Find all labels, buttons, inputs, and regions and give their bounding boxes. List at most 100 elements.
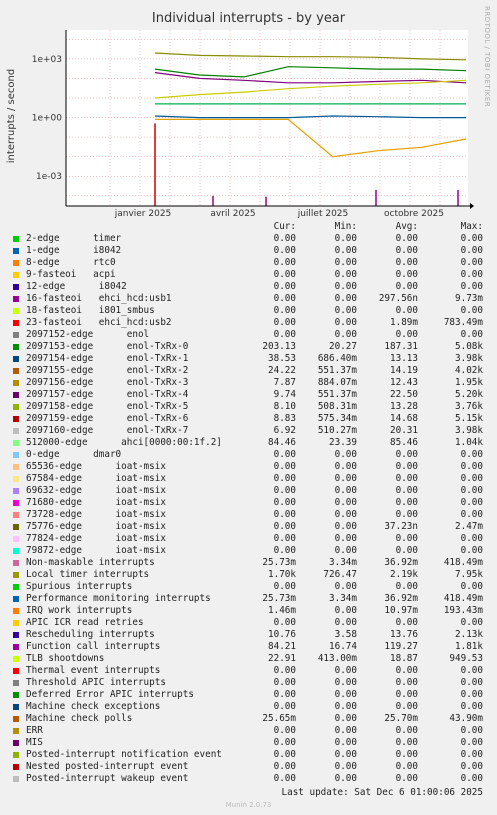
legend-min: 0.00 [334,317,357,328]
legend-row: 2097160-edge enol-TxRx-7 6.92 510.27m 20.31… [0,425,497,437]
y-tick-labels: 1e+03 1e+00 1e-03 [32,55,63,182]
legend-min: 726.47 [323,569,357,580]
legend-cur: 0.00 [273,533,296,544]
legend-min: 0.00 [334,257,357,268]
x-tick-label: janvier 2025 [114,209,172,219]
legend-label: Threshold APIC interrupts [26,677,166,688]
legend-label: 2097152-edge enol [26,329,150,340]
legend-row: Deferred Error APIC interrupts 0.00 0.00 0.… [0,689,497,701]
legend-avg: 13.13 [390,353,418,364]
legend-row: 1-edge i8042 0.00 0.00 0.00 0.00 [0,245,497,257]
legend-max: 43.90m [449,713,483,724]
legend-avg: 0.00 [395,281,418,292]
legend-max: 0.00 [460,329,483,340]
legend-avg: 0.00 [395,533,418,544]
legend-avg: 0.00 [395,701,418,712]
legend-min: 0.00 [334,533,357,544]
legend-row: 75776-edge ioat-msix 0.00 0.00 37.23n 2.47m [0,521,497,533]
legend-row: 2097153-edge enol-TxRx-0 203.13 20.27 187.3… [0,341,497,353]
legend-max: 1.81k [455,641,483,652]
legend-cur: 0.00 [273,449,296,460]
legend-row: 23-fasteoi ehci_hcd:usb2 0.00 0.00 1.89m 783… [0,317,497,329]
legend-swatch [13,560,19,566]
legend-avg: 13.28 [390,401,418,412]
legend-max: 2.47m [455,521,483,532]
legend-label: 16-fasteoi ehci_hcd:usb1 [26,293,172,304]
legend-max: 0.00 [460,689,483,700]
munin-version: Munin 2.0.73 [225,801,272,809]
legend-row: 0-edge dmar0 0.00 0.00 0.00 0.00 [0,449,497,461]
legend-cur: 0.00 [273,701,296,712]
legend-min: 0.00 [334,761,357,772]
legend-avg: 36.92m [384,557,418,568]
legend-swatch [13,608,19,614]
legend-max: 0.00 [460,461,483,472]
legend-max: 0.00 [460,281,483,292]
legend-max: 0.00 [460,701,483,712]
legend-label: 75776-edge ioat-msix [26,521,166,532]
legend-label: 77824-edge ioat-msix [26,533,166,544]
legend-max: 7.95k [455,569,483,580]
legend-min: 0.00 [334,281,357,292]
legend-max: 1.95k [455,377,483,388]
legend-min: 510.27m [317,425,357,436]
legend-swatch [13,572,19,578]
legend-swatch [13,236,19,242]
legend-row: Posted-interrupt wakeup event 0.00 0.00 0.0… [0,773,497,785]
header-max: Max: [460,221,483,232]
legend-avg: 0.00 [395,305,418,316]
legend-label: 79872-edge ioat-msix [26,545,166,556]
legend-cur: 0.00 [273,473,296,484]
legend-avg: 13.76 [390,629,418,640]
legend-row: 512000-edge ahci[0000:00:1f.2] 84.46 23.39… [0,437,497,449]
legend-swatch [13,548,19,554]
legend-min: 0.00 [334,461,357,472]
legend-label: 2097156-edge enol-TxRx-3 [26,377,189,388]
legend-avg: 22.50 [390,389,418,400]
legend-swatch [13,680,19,686]
legend-row: MIS 0.00 0.00 0.00 0.00 [0,737,497,749]
legend-swatch [13,308,19,314]
legend-row: 77824-edge ioat-msix 0.00 0.00 0.00 0.00 [0,533,497,545]
legend-cur: 38.53 [268,353,296,364]
legend-row: Machine check polls 25.65m 0.00 25.70m 43.90… [0,713,497,725]
legend-row: 2097152-edge enol 0.00 0.00 0.00 0.00 [0,329,497,341]
legend-swatch [13,656,19,662]
legend-max: 0.00 [460,545,483,556]
legend-avg: 0.00 [395,761,418,772]
legend-row: Function call interrupts 84.21 16.74 119.27… [0,641,497,653]
legend-cur: 8.10 [273,401,296,412]
legend-avg: 0.00 [395,509,418,520]
chart-plot: 1e+03 1e+00 1e-03 janvier 2025 avril 2025 ju… [6,30,474,219]
legend-row: Nested posted-interrupt event 0.00 0.00 0.0… [0,761,497,773]
legend-cur: 0.00 [273,257,296,268]
legend-cur: 0.00 [273,749,296,760]
legend-cur: 84.46 [268,437,296,448]
legend-max: 0.00 [460,509,483,520]
legend-avg: 0.00 [395,581,418,592]
legend-cur: 0.00 [273,485,296,496]
legend-avg: 14.68 [390,413,418,424]
legend-avg: 37.23n [384,521,418,532]
legend-min: 0.00 [334,245,357,256]
legend-label: 18-fasteoi i801_smbus [26,305,155,316]
legend-cur: 0.00 [273,689,296,700]
legend-avg: 20.31 [390,425,418,436]
legend-max: 0.00 [460,449,483,460]
legend-min: 0.00 [334,725,357,736]
legend-min: 0.00 [334,737,357,748]
legend-label: 23-fasteoi ehci_hcd:usb2 [26,317,172,328]
legend-row: 9-fasteoi acpi 0.00 0.00 0.00 0.00 [0,269,497,281]
legend-row: Spurious interrupts 0.00 0.00 0.00 0.00 [0,581,497,593]
legend-avg: 14.19 [390,365,418,376]
legend-swatch [13,584,19,590]
legend-label: 2097155-edge enol-TxRx-2 [26,365,189,376]
legend-avg: 0.00 [395,461,418,472]
legend-label: Thermal event interrupts [26,665,161,676]
legend-min: 0.00 [334,497,357,508]
legend-swatch [13,752,19,758]
legend-label: Rescheduling interrupts [26,629,155,640]
legend-max: 0.00 [460,245,483,256]
y-axis-label: interrupts / second [6,69,17,163]
legend-swatch [13,344,19,350]
